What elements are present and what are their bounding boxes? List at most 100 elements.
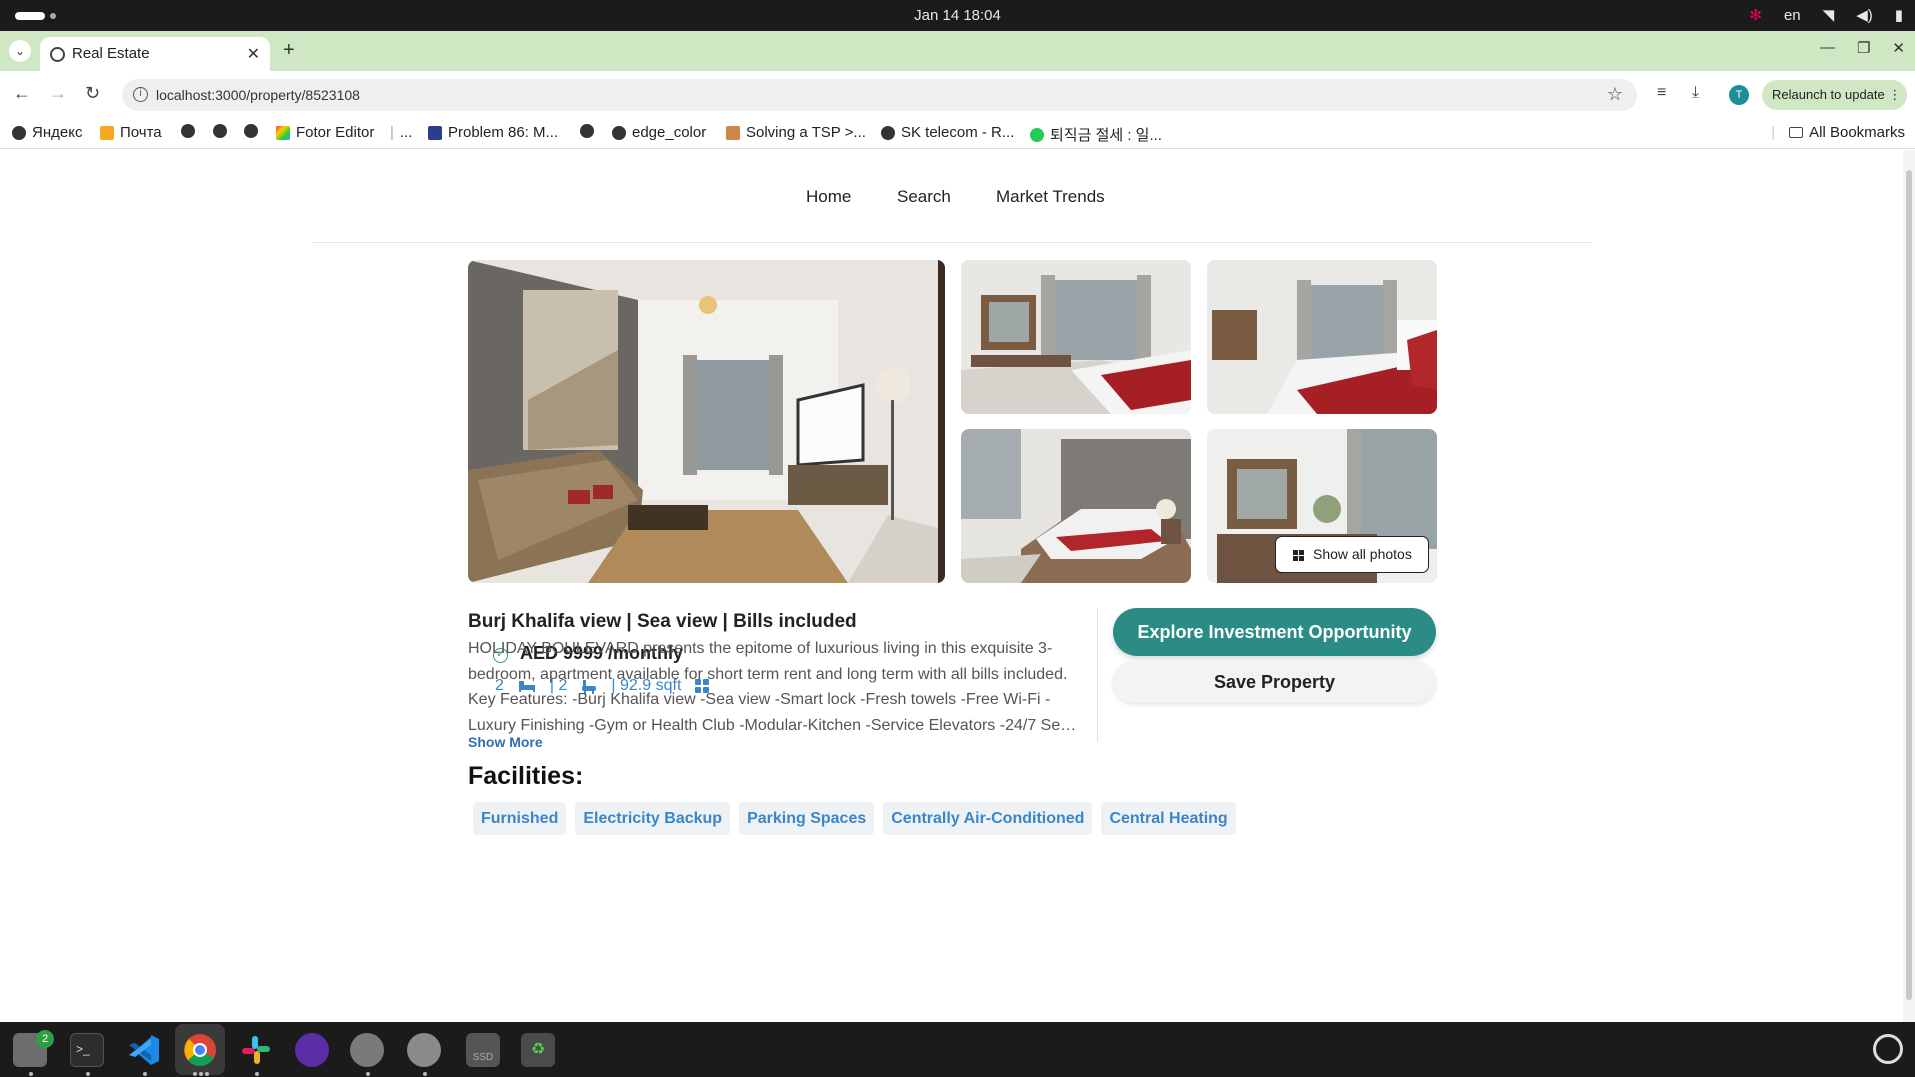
globe-icon: [50, 47, 65, 62]
running-indicator: [199, 1072, 203, 1076]
ssd-drive-icon[interactable]: SSD: [466, 1033, 500, 1067]
bookmark-fotor[interactable]: Fotor Editor: [276, 124, 374, 141]
page-scrollbar[interactable]: [1903, 150, 1915, 1022]
site-navigation: Home Search Market Trends: [312, 150, 1592, 243]
slack-tray-icon[interactable]: ✻: [1749, 6, 1762, 24]
folder-icon: [1789, 127, 1804, 138]
bookmark-ellipsis[interactable]: |...: [390, 124, 412, 141]
settings-app-icon[interactable]: [350, 1033, 384, 1067]
scrollbar-thumb[interactable]: [1906, 170, 1912, 1000]
browser-tab-strip: ⌄ Real Estate ✕ + — ❐ ✕: [0, 31, 1915, 71]
property-photo-4[interactable]: [961, 429, 1191, 583]
relaunch-button[interactable]: Relaunch to update ⋮: [1762, 80, 1907, 110]
bookmark-globe-1[interactable]: [181, 124, 195, 138]
terminal-app-icon[interactable]: >_: [70, 1033, 104, 1067]
language-indicator[interactable]: en: [1784, 7, 1801, 24]
nav-market-trends[interactable]: Market Trends: [996, 187, 1105, 207]
bookmark-korean[interactable]: 퇴직금 절세 : 일...: [1030, 124, 1162, 145]
globe-icon: [580, 124, 594, 138]
bedroom-image: [961, 429, 1191, 583]
system-tray[interactable]: ✻ en ◥ ◀) ▮: [1749, 6, 1903, 25]
property-photo-2[interactable]: [961, 260, 1191, 414]
system-clock[interactable]: Jan 14 18:04: [0, 7, 1915, 24]
bookmark-edge-color[interactable]: edge_color: [612, 124, 706, 141]
battery-icon[interactable]: ▮: [1895, 6, 1903, 24]
media-control-icon[interactable]: ≡: [1657, 84, 1666, 102]
bookmarks-bar: Яндекс Почта Fotor Editor |... Problem 8…: [0, 117, 1915, 149]
running-indicator: [205, 1072, 209, 1076]
show-all-photos-button[interactable]: Show all photos: [1275, 536, 1429, 573]
vscode-app-icon[interactable]: [127, 1033, 161, 1067]
nav-search[interactable]: Search: [897, 187, 951, 207]
show-more-link[interactable]: Show More: [468, 734, 543, 750]
volume-icon[interactable]: ◀): [1856, 6, 1873, 24]
download-icon[interactable]: ⤓: [1692, 84, 1699, 102]
running-indicator: [86, 1072, 90, 1076]
new-tab-button[interactable]: +: [283, 39, 295, 62]
bookmark-label: ...: [399, 124, 413, 141]
bookmark-problem-86[interactable]: Problem 86: M...: [428, 124, 558, 141]
trash-icon[interactable]: ♻: [521, 1033, 555, 1067]
tab-title: Real Estate: [72, 45, 150, 62]
bookmark-label: Fotor Editor: [296, 124, 375, 141]
facility-chip: Electricity Backup: [575, 802, 731, 835]
bookmark-mail[interactable]: Почта: [100, 124, 162, 141]
os-top-bar: Jan 14 18:04 ✻ en ◥ ◀) ▮: [0, 0, 1915, 31]
profile-avatar[interactable]: T: [1729, 85, 1749, 105]
chrome-app-icon[interactable]: [183, 1033, 217, 1067]
page-viewport: Home Search Market Trends Show all photo…: [0, 150, 1915, 1022]
menu-kebab-icon[interactable]: ⋮: [1888, 87, 1901, 102]
app-grid-icon[interactable]: [1873, 1034, 1903, 1064]
maximize-icon[interactable]: ❐: [1857, 39, 1870, 57]
bookmark-globe-3[interactable]: [244, 124, 258, 138]
mail-icon: [100, 125, 114, 140]
running-indicator: [193, 1072, 197, 1076]
running-indicator: [255, 1072, 259, 1076]
running-indicator: [143, 1072, 147, 1076]
listing-description: HOLIDAY BOULEVARD presents the epitome o…: [468, 636, 1083, 738]
property-photo-3[interactable]: [1207, 260, 1437, 414]
globe-icon: [881, 125, 895, 140]
nav-home[interactable]: Home: [806, 187, 851, 207]
slack-app-icon[interactable]: [239, 1033, 273, 1067]
description-line: Key Features: -Burj Khalifa view -Sea vi…: [468, 691, 1051, 708]
bookmark-label: Problem 86: M...: [448, 124, 559, 141]
address-bar[interactable]: i localhost:3000/property/8523108 ☆: [122, 79, 1637, 111]
browser-toolbar: ← → ↻ i localhost:3000/property/8523108 …: [0, 71, 1915, 117]
wifi-icon[interactable]: ◥: [1823, 6, 1835, 24]
url-text[interactable]: localhost:3000/property/8523108: [156, 87, 360, 103]
running-indicator: [29, 1072, 33, 1076]
minimize-icon[interactable]: —: [1820, 39, 1835, 57]
save-property-button[interactable]: Save Property: [1113, 661, 1436, 703]
tab-real-estate[interactable]: Real Estate ✕: [40, 37, 270, 71]
back-icon[interactable]: ←: [13, 83, 31, 104]
purple-browser-app-icon[interactable]: [295, 1033, 329, 1067]
close-tab-icon[interactable]: ✕: [247, 44, 260, 64]
bookmark-sk-telecom[interactable]: SK telecom - R...: [881, 124, 1014, 141]
bookmark-globe-2[interactable]: [213, 124, 227, 138]
bookmark-yandex[interactable]: Яндекс: [12, 124, 82, 141]
main-property-photo[interactable]: [468, 260, 945, 583]
bookmark-tsp[interactable]: Solving a TSP >...: [726, 124, 866, 141]
bookmark-star-icon[interactable]: ☆: [1607, 84, 1623, 105]
forward-icon[interactable]: →: [49, 83, 67, 104]
section-divider: [1097, 608, 1098, 742]
all-bookmarks-button[interactable]: | All Bookmarks: [1771, 124, 1905, 141]
settings-alt-app-icon[interactable]: [407, 1033, 441, 1067]
relaunch-label: Relaunch to update: [1772, 87, 1885, 102]
facility-chip: Central Heating: [1101, 802, 1236, 835]
all-bookmarks-label: All Bookmarks: [1809, 124, 1905, 141]
bookmark-globe-4[interactable]: [580, 124, 594, 138]
explore-investment-button[interactable]: Explore Investment Opportunity: [1113, 608, 1436, 656]
bedroom-image: [961, 260, 1191, 414]
tab-search-button[interactable]: ⌄: [9, 40, 31, 62]
github-icon: [612, 125, 626, 140]
close-window-icon[interactable]: ✕: [1892, 39, 1905, 57]
bookmark-label: edge_color: [632, 124, 707, 141]
site-info-icon[interactable]: i: [133, 87, 148, 102]
grid-icon: [1293, 550, 1304, 561]
reload-icon[interactable]: ↻: [85, 83, 100, 104]
fotor-icon: [276, 125, 290, 140]
listing-title: Burj Khalifa view | Sea view | Bills inc…: [468, 611, 857, 632]
bookmark-label: SK telecom - R...: [901, 124, 1015, 141]
